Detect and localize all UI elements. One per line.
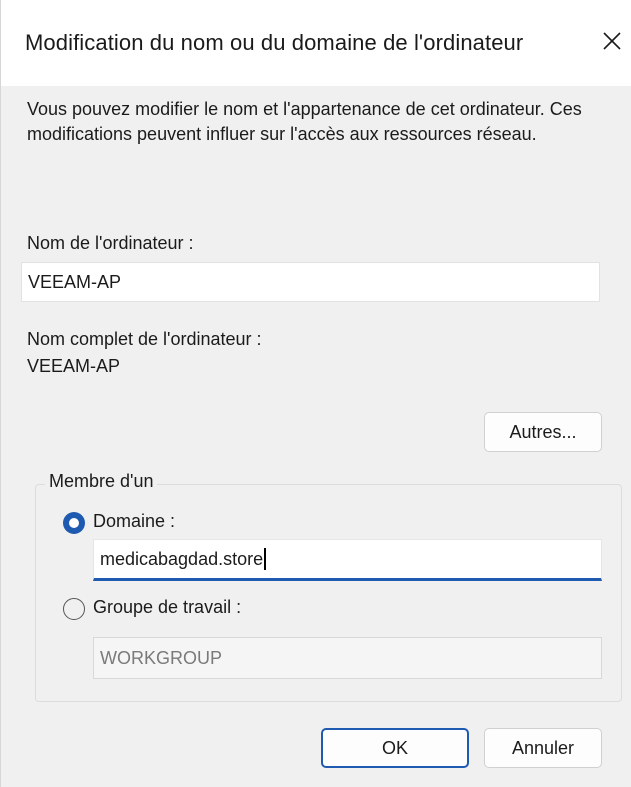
more-button[interactable]: Autres...: [484, 412, 602, 452]
description-text: Vous pouvez modifier le nom et l'apparte…: [27, 99, 582, 144]
computer-name-label: Nom de l'ordinateur :: [27, 233, 194, 253]
window-title: Modification du nom ou du domaine de l'o…: [25, 30, 524, 55]
dialog-window: Modification du nom ou du domaine de l'o…: [0, 0, 631, 787]
workgroup-input[interactable]: WORKGROUP: [93, 637, 602, 679]
domain-radio[interactable]: [63, 512, 85, 534]
domain-input[interactable]: medicabagdad.store: [93, 539, 602, 581]
text-caret: [264, 548, 266, 570]
full-name-value: VEEAM-AP: [27, 356, 121, 376]
workgroup-radio[interactable]: [63, 598, 85, 620]
workgroup-value: WORKGROUP: [100, 647, 223, 668]
close-icon: [602, 31, 622, 56]
domain-label: Domaine :: [93, 511, 176, 531]
title-bar: Modification du nom ou du domaine de l'o…: [1, 0, 631, 86]
full-name-label: Nom complet de l'ordinateur :: [27, 329, 262, 349]
computer-name-input[interactable]: VEEAM-AP: [21, 262, 600, 302]
computer-name-value: VEEAM-AP: [28, 271, 122, 292]
cancel-button[interactable]: Annuler: [484, 728, 602, 768]
workgroup-label: Groupe de travail :: [93, 597, 242, 617]
domain-value: medicabagdad.store: [100, 548, 264, 569]
membership-legend: Membre d'un: [45, 471, 158, 492]
ok-button[interactable]: OK: [321, 728, 469, 768]
close-button[interactable]: [592, 20, 631, 66]
